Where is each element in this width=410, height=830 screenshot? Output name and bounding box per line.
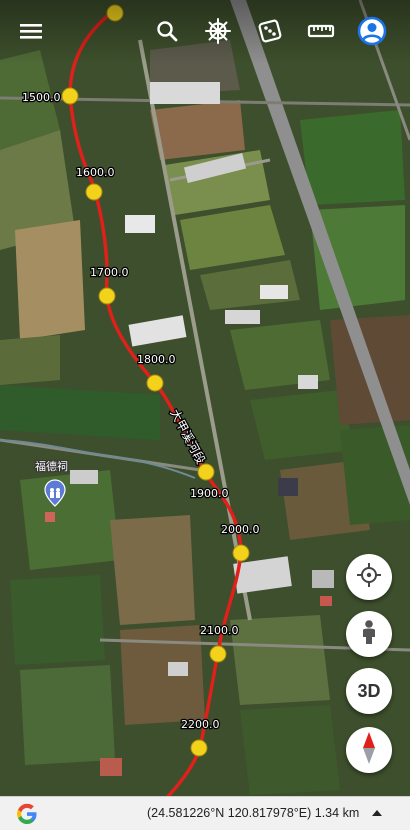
google-g-icon <box>16 803 38 825</box>
distance-label: 2200.0 <box>181 718 220 731</box>
poi-label: 福德祠 <box>35 459 68 473</box>
distance-label: 2000.0 <box>221 523 260 536</box>
distance-label: 1800.0 <box>137 353 176 366</box>
caret-up-icon[interactable] <box>372 810 382 816</box>
distance-label: 1600.0 <box>76 166 115 179</box>
track-marker <box>146 374 164 392</box>
account-circle-icon[interactable] <box>355 14 389 48</box>
distance-label: 2100.0 <box>200 624 239 637</box>
locate-button[interactable] <box>346 554 392 600</box>
distance-label: 1500.0 <box>22 91 61 104</box>
track-marker <box>197 463 215 481</box>
dice-icon[interactable] <box>253 14 287 48</box>
hamburger-menu-icon[interactable] <box>14 14 48 48</box>
compass-icon <box>361 731 377 770</box>
bottom-status-bar[interactable]: (24.581226°N 120.817978°E) 1.34 km <box>0 796 410 830</box>
ruler-icon[interactable] <box>304 14 338 48</box>
track-marker <box>61 87 79 105</box>
track-marker <box>190 739 208 757</box>
track-marker <box>232 544 250 562</box>
compass-button[interactable] <box>346 727 392 773</box>
street-view-button[interactable] <box>346 611 392 657</box>
distance-label: 1900.0 <box>190 487 229 500</box>
top-toolbar <box>0 0 410 64</box>
3d-label: 3D <box>357 680 381 701</box>
3d-view-button[interactable]: 3D <box>346 668 392 714</box>
search-icon[interactable] <box>150 14 184 48</box>
satellite-map[interactable]: 1500.0 1600.0 1700.0 1800.0 1900.0 2000.… <box>0 0 410 830</box>
track-marker <box>209 645 227 663</box>
ship-wheel-icon[interactable] <box>201 14 235 48</box>
street-view-person-icon <box>359 619 379 650</box>
distance-label: 1700.0 <box>90 266 129 279</box>
map-screen: 1500.0 1600.0 1700.0 1800.0 1900.0 2000.… <box>0 0 410 830</box>
crosshair-locate-icon <box>356 562 382 593</box>
track-marker <box>85 183 103 201</box>
track-marker <box>98 287 116 305</box>
coordinates-readout: (24.581226°N 120.817978°E) 1.34 km <box>147 806 360 820</box>
